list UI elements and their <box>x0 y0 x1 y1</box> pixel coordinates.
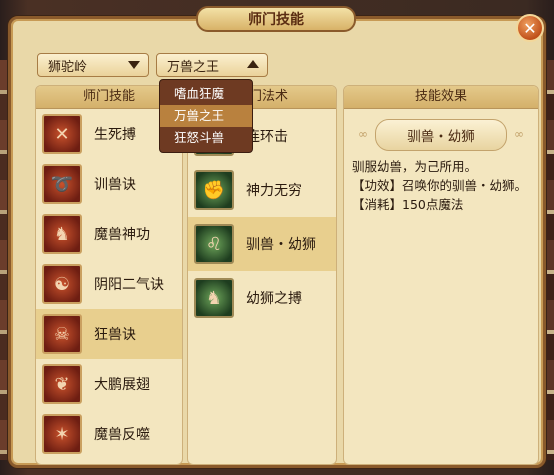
skills-window: 狮驼岭 万兽之王 师门技能 ✕ 生死搏 ➰ 训兽诀 ♞ 魔兽神功 ☯ 阴阳二气诀 ☠ 狂兽诀 ❦ 大鹏… <box>8 16 546 468</box>
lion-fight-icon: ♞ <box>194 278 234 318</box>
demon-beast-icon: ♞ <box>42 214 82 254</box>
school-dropdown[interactable]: 狮驼岭 <box>37 53 149 77</box>
school-skill-label: 魔兽神功 <box>94 227 150 243</box>
school-spell-row[interactable]: ♞ 幼狮之搏 <box>188 271 336 325</box>
school-spell-label: 驯兽・幼狮 <box>246 237 316 253</box>
effect-title-ribbon: ∞ 驯兽・幼狮 ∞ <box>358 119 524 151</box>
school-dropdown-value: 狮驼岭 <box>48 59 88 75</box>
effect-line: 【功效】召唤你的驯兽・幼狮。 <box>352 178 528 193</box>
school-skill-row[interactable]: ☠ 狂兽诀 <box>36 309 182 359</box>
school-spell-row[interactable]: ✊ 神力无穷 <box>188 163 336 217</box>
effect-line: 驯服幼兽，为己所用。 <box>352 159 478 174</box>
school-skills-list: ✕ 生死搏 ➰ 训兽诀 ♞ 魔兽神功 ☯ 阴阳二气诀 ☠ 狂兽诀 ❦ 大鹏展翅 ✶ 魔兽反噬 <box>36 109 182 459</box>
school-skill-label: 魔兽反噬 <box>94 427 150 443</box>
school-skill-label: 生死搏 <box>94 127 136 143</box>
pet-dropdown-option[interactable]: 狂怒斗兽 <box>160 127 252 149</box>
school-skill-row[interactable]: ♞ 魔兽神功 <box>36 209 182 259</box>
crossed-blades-icon: ✕ <box>42 114 82 154</box>
wings-icon: ❦ <box>42 364 82 404</box>
school-skill-label: 狂兽诀 <box>94 327 136 343</box>
school-skill-row[interactable]: ❦ 大鹏展翅 <box>36 359 182 409</box>
effect-line: 【消耗】150点魔法 <box>352 197 464 212</box>
chevron-up-icon <box>247 60 259 68</box>
school-skill-label: 大鹏展翅 <box>94 377 150 393</box>
close-button[interactable]: ✕ <box>516 14 544 42</box>
effect-title: 驯兽・幼狮 <box>407 129 475 145</box>
pet-dropdown-value: 万兽之王 <box>167 59 220 75</box>
chevron-down-icon <box>128 61 140 69</box>
power-fist-icon: ✊ <box>194 170 234 210</box>
pet-dropdown-option[interactable]: 万兽之王 <box>160 105 252 127</box>
pet-dropdown-menu: 嗜血狂魔 万兽之王 狂怒斗兽 <box>159 79 253 153</box>
lion-cub-icon: ♌ <box>194 224 234 264</box>
school-spell-row[interactable]: ♌ 驯兽・幼狮 <box>188 217 336 271</box>
school-skill-row[interactable]: ➰ 训兽诀 <box>36 159 182 209</box>
skill-effect-panel: 技能效果 ∞ 驯兽・幼狮 ∞ 驯服幼兽，为己所用。【功效】召唤你的驯兽・幼狮。【… <box>343 85 539 465</box>
school-skill-row[interactable]: ☯ 阴阳二气诀 <box>36 259 182 309</box>
whip-icon: ➰ <box>42 164 82 204</box>
swirl-ornament-icon: ∞ <box>358 127 368 141</box>
demon-claw-icon: ✶ <box>42 414 82 454</box>
school-skill-label: 阴阳二气诀 <box>94 277 164 293</box>
school-spell-label: 神力无穷 <box>246 183 302 199</box>
pet-dropdown-option[interactable]: 嗜血狂魔 <box>160 83 252 105</box>
skill-effect-header: 技能效果 <box>344 86 538 109</box>
close-icon: ✕ <box>523 18 537 38</box>
pet-skill-dropdown[interactable]: 万兽之王 <box>156 53 268 77</box>
school-skill-label: 训兽诀 <box>94 177 136 193</box>
school-skill-row[interactable]: ✶ 魔兽反噬 <box>36 409 182 459</box>
swirl-ornament-icon: ∞ <box>514 127 524 141</box>
window-title: 师门技能 <box>196 6 356 32</box>
yinyang-mask-icon: ☯ <box>42 264 82 304</box>
beast-skull-icon: ☠ <box>42 314 82 354</box>
effect-description: 驯服幼兽，为己所用。【功效】召唤你的驯兽・幼狮。 【消耗】150点魔法 <box>344 157 538 214</box>
school-spell-label: 幼狮之搏 <box>246 291 302 307</box>
